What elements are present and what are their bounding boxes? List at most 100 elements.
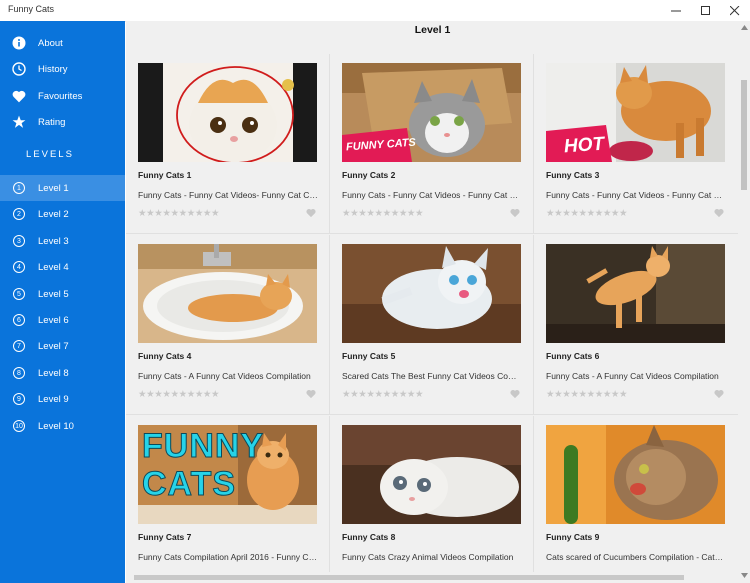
levels-heading: LEVELS	[26, 149, 74, 160]
video-card[interactable]: FUNNY CATS Funny Cats 2 Funny Cats - Fun…	[330, 54, 534, 234]
video-card[interactable]: Funny Cats 6 Funny Cats - A Funny Cat Vi…	[534, 235, 738, 415]
video-thumbnail[interactable]	[342, 425, 521, 524]
sidebar-item-level-9[interactable]: 9 Level 9	[0, 386, 125, 412]
level-number-icon: 10	[13, 420, 25, 432]
video-card[interactable]: FUNNY CATS Funny Cats 7 Funny Cats Compi…	[126, 416, 330, 583]
level-number-icon: 3	[13, 235, 25, 247]
sidebar-item-level-2[interactable]: 2 Level 2	[0, 201, 125, 227]
video-title: Funny Cats 2	[342, 170, 396, 180]
sidebar-item-label: Level 7	[38, 340, 69, 352]
level-number-icon: 2	[13, 208, 25, 220]
sidebar-item-label: About	[38, 37, 63, 49]
video-card[interactable]: Funny Cats 8 Funny Cats Crazy Animal Vid…	[330, 416, 534, 583]
heart-icon	[11, 88, 27, 104]
level-number-icon: 1	[13, 182, 25, 194]
video-card[interactable]: Funny Cats 9 Cats scared of Cucumbers Co…	[534, 416, 738, 583]
favourite-heart-icon[interactable]	[714, 389, 724, 399]
sidebar-item-label: Level 10	[38, 420, 74, 432]
sidebar-item-label: Level 2	[38, 208, 69, 220]
video-description: Funny Cats Compilation April 2016 - Funn…	[138, 552, 318, 562]
window-title: Funny Cats	[8, 4, 55, 14]
video-description: Funny Cats - Funny Cat Videos - Funny Ca…	[342, 190, 522, 200]
sidebar-item-about[interactable]: About	[0, 30, 125, 56]
clock-icon	[11, 61, 27, 77]
favourite-heart-icon[interactable]	[510, 389, 520, 399]
video-description: Funny Cats - Funny Cat Videos - Funny Ca…	[546, 190, 726, 200]
level-number-icon: 4	[13, 261, 25, 273]
sidebar-item-label: Level 6	[38, 314, 69, 326]
sidebar-item-label: Level 4	[38, 261, 69, 273]
sidebar-item-label: Rating	[38, 116, 66, 128]
video-description: Funny Cats - Funny Cat Videos- Funny Cat…	[138, 190, 318, 200]
level-number-icon: 7	[13, 340, 25, 352]
sidebar-item-label: Level 3	[38, 235, 69, 247]
rating-stars[interactable]: ★★★★★★★★★★	[546, 389, 628, 400]
sidebar-item-level-3[interactable]: 3 Level 3	[0, 228, 125, 254]
sidebar-item-history[interactable]: History	[0, 56, 125, 82]
rating-stars[interactable]: ★★★★★★★★★★	[138, 389, 220, 400]
video-thumbnail[interactable]	[546, 244, 725, 343]
sidebar-item-level-10[interactable]: 10 Level 10	[0, 413, 125, 439]
video-description: Funny Cats - A Funny Cat Videos Compilat…	[138, 371, 311, 381]
horizontal-scrollbar-thumb[interactable]	[134, 575, 684, 580]
sidebar-item-rating[interactable]: Rating	[0, 109, 125, 135]
sidebar-item-level-6[interactable]: 6 Level 6	[0, 307, 125, 333]
sidebar-item-label: Level 9	[38, 393, 69, 405]
video-title: Funny Cats 4	[138, 351, 192, 361]
video-title: Funny Cats 5	[342, 351, 396, 361]
level-number-icon: 6	[13, 314, 25, 326]
video-thumbnail[interactable]	[342, 244, 521, 343]
video-card[interactable]: Funny Cats 1 Funny Cats - Funny Cat Vide…	[126, 54, 330, 234]
scroll-up-icon[interactable]	[741, 25, 748, 30]
video-card[interactable]: HOT Funny Cats 3 Funny Cats - Funny Cat …	[534, 54, 738, 234]
info-icon	[11, 35, 27, 51]
video-title: Funny Cats 3	[546, 170, 600, 180]
video-thumbnail[interactable]: HOT	[546, 63, 725, 162]
video-title: Funny Cats 1	[138, 170, 192, 180]
rating-stars[interactable]: ★★★★★★★★★★	[342, 208, 424, 219]
video-thumbnail[interactable]: FUNNY CATS	[342, 63, 521, 162]
rating-stars[interactable]: ★★★★★★★★★★	[546, 208, 628, 219]
video-thumbnail[interactable]	[138, 244, 317, 343]
video-thumbnail[interactable]	[138, 63, 317, 162]
level-number-icon: 8	[13, 367, 25, 379]
sidebar-item-label: Level 5	[38, 288, 69, 300]
favourite-heart-icon[interactable]	[306, 389, 316, 399]
favourite-heart-icon[interactable]	[306, 208, 316, 218]
scroll-down-icon[interactable]	[741, 573, 748, 578]
thumbnail-overlay-text: FUNNY CATS	[142, 427, 264, 504]
video-description: Scared Cats The Best Funny Cat Videos Co…	[342, 371, 522, 381]
sidebar-item-level-7[interactable]: 7 Level 7	[0, 333, 125, 359]
video-description: Funny Cats - A Funny Cat Videos Compilat…	[546, 371, 719, 381]
sidebar-item-favourites[interactable]: Favourites	[0, 83, 125, 109]
video-card[interactable]: Funny Cats 4 Funny Cats - A Funny Cat Vi…	[126, 235, 330, 415]
minimize-icon[interactable]	[661, 0, 691, 21]
thumbnail-overlay-text: HOT	[563, 133, 605, 158]
video-title: Funny Cats 7	[138, 532, 192, 542]
video-thumbnail[interactable]	[546, 425, 725, 524]
favourite-heart-icon[interactable]	[714, 208, 724, 218]
sidebar-item-label: Level 1	[38, 182, 69, 194]
sidebar-item-label: Favourites	[38, 90, 83, 102]
maximize-icon[interactable]	[691, 0, 721, 21]
video-thumbnail[interactable]: FUNNY CATS	[138, 425, 317, 524]
close-icon[interactable]	[720, 0, 750, 21]
sidebar-item-level-4[interactable]: 4 Level 4	[0, 254, 125, 280]
sidebar-item-label: History	[38, 63, 68, 75]
rating-stars[interactable]: ★★★★★★★★★★	[138, 208, 220, 219]
horizontal-scrollbar[interactable]	[126, 572, 739, 583]
video-card[interactable]: Funny Cats 5 Scared Cats The Best Funny …	[330, 235, 534, 415]
rating-stars[interactable]: ★★★★★★★★★★	[342, 389, 424, 400]
video-description: Funny Cats Crazy Animal Videos Compilati…	[342, 552, 514, 562]
title-bar: Funny Cats	[0, 0, 750, 22]
level-number-icon: 5	[13, 288, 25, 300]
favourite-heart-icon[interactable]	[510, 208, 520, 218]
vertical-scrollbar-thumb[interactable]	[741, 80, 747, 190]
star-icon	[11, 114, 27, 130]
main-content: Level 1 Funny Cats 1 Funny Cats - Funny …	[126, 21, 739, 583]
sidebar: About History Favourites Rating LEVELS 1…	[0, 21, 125, 583]
sidebar-item-level-8[interactable]: 8 Level 8	[0, 360, 125, 386]
sidebar-item-level-5[interactable]: 5 Level 5	[0, 281, 125, 307]
sidebar-item-level-1[interactable]: 1 Level 1	[0, 175, 125, 201]
level-number-icon: 9	[13, 393, 25, 405]
